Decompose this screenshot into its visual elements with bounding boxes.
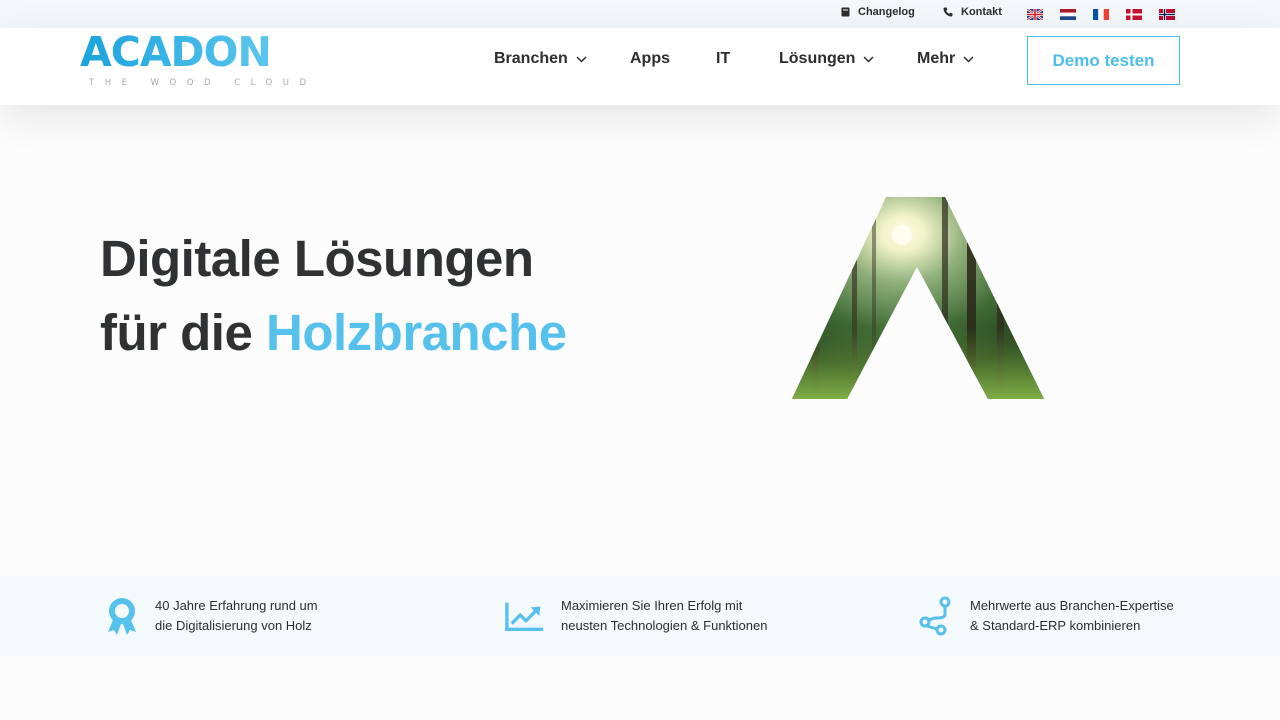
changelog-link[interactable]: Changelog — [840, 6, 915, 18]
flag-uk-icon[interactable] — [1027, 9, 1043, 20]
hero-line-2-accent: Holzbranche — [266, 304, 567, 361]
phone-icon — [943, 6, 953, 18]
nav-loesungen[interactable]: Lösungen — [779, 50, 874, 68]
nav-loesungen-label: Lösungen — [779, 50, 856, 67]
flag-dk-icon[interactable] — [1126, 9, 1142, 20]
feature-text-line1: 40 Jahre Erfahrung rund um — [155, 598, 318, 613]
top-utility-bar: Changelog Kontakt — [0, 0, 1280, 28]
nav-apps-label: Apps — [630, 50, 670, 67]
changelog-label: Changelog — [858, 6, 915, 18]
trending-chart-icon — [505, 602, 544, 631]
award-ribbon-icon — [108, 598, 136, 635]
nav-branchen-label: Branchen — [494, 50, 568, 67]
hero-line-2-prefix: für die — [100, 304, 267, 361]
flag-no-icon[interactable] — [1159, 9, 1175, 20]
logo-text: ACADON — [80, 32, 271, 76]
nav-apps[interactable]: Apps — [630, 50, 670, 68]
kontakt-link[interactable]: Kontakt — [943, 6, 1002, 18]
nav-mehr[interactable]: Mehr — [917, 50, 974, 68]
git-branch-icon — [919, 596, 951, 636]
feature-item: Mehrwerte aus Branchen-Expertise & Stand… — [916, 596, 1174, 636]
feature-text-line2: & Standard-ERP kombinieren — [970, 618, 1141, 633]
feature-text-line1: Maximieren Sie Ihren Erfolg mit — [561, 598, 743, 613]
feature-item: 40 Jahre Erfahrung rund um die Digitalis… — [102, 596, 318, 636]
chevron-down-icon — [963, 55, 974, 63]
feature-item: Maximieren Sie Ihren Erfolg mit neusten … — [505, 596, 767, 636]
kontakt-label: Kontakt — [961, 6, 1002, 18]
hero-line-1: Digitale Lösungen — [100, 230, 534, 287]
book-icon — [840, 6, 850, 18]
feature-text-line2: neusten Technologien & Funktionen — [561, 618, 768, 633]
nav-mehr-label: Mehr — [917, 50, 956, 67]
main-header: ACADON THE WOOD CLOUD Branchen Apps IT L… — [0, 28, 1280, 105]
hero-line-2: für die Holzbranche — [100, 296, 567, 370]
feature-text-line1: Mehrwerte aus Branchen-Expertise — [970, 598, 1174, 613]
chevron-down-icon — [576, 55, 587, 63]
flag-nl-icon[interactable] — [1060, 9, 1076, 20]
nav-branchen[interactable]: Branchen — [494, 50, 587, 68]
feature-text-line2: die Digitalisierung von Holz — [155, 618, 312, 633]
flag-fr-icon[interactable] — [1093, 9, 1109, 20]
demo-testen-button[interactable]: Demo testen — [1027, 36, 1180, 85]
chevron-down-icon — [863, 55, 874, 63]
nav-it[interactable]: IT — [716, 50, 730, 68]
language-switcher — [1027, 9, 1175, 20]
feature-strip: 40 Jahre Erfahrung rund um die Digitalis… — [0, 576, 1280, 656]
forest-a-logo-image — [792, 197, 1044, 399]
nav-it-label: IT — [716, 50, 731, 67]
logo-tagline: THE WOOD CLOUD — [89, 78, 317, 88]
hero-headline: Digitale Lösungen für die Holzbranche — [100, 222, 567, 370]
